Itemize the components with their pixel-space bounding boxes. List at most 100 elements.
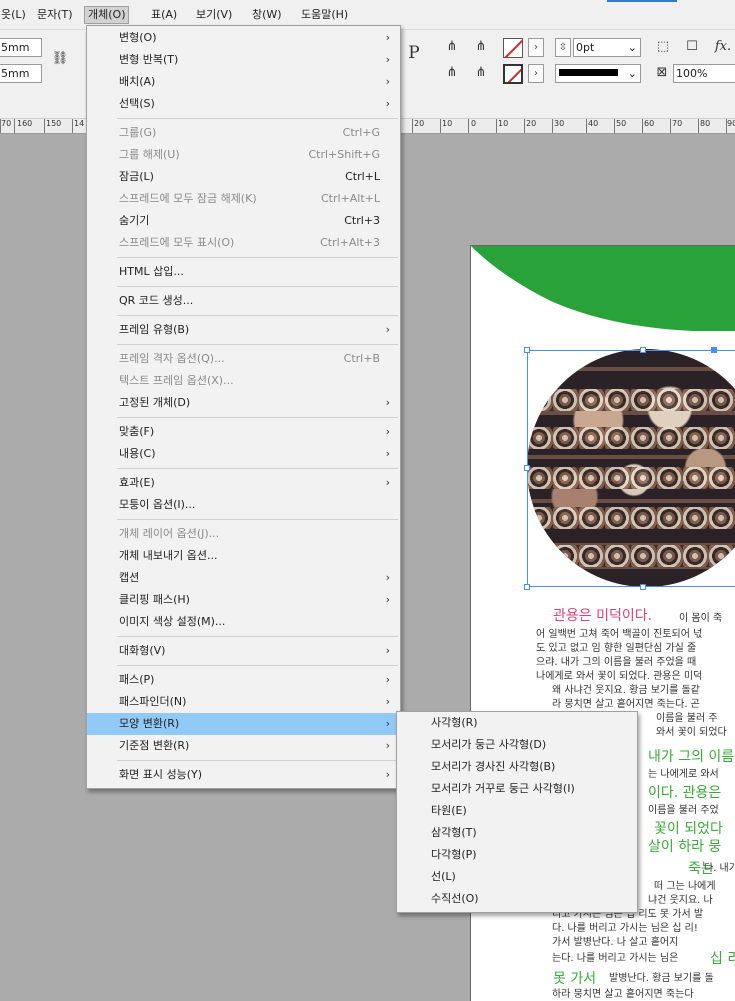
submenu-arrow-icon: › (385, 644, 390, 657)
submenu-item-label: 모서리가 둥근 사각형(D) (431, 738, 547, 751)
submenu-arrow-icon: › (385, 53, 390, 66)
menu-item-label: 개체 내보내기 옵션... (119, 549, 218, 562)
stroke-type-field[interactable]: ⌄ (555, 64, 641, 83)
submenu-item-line[interactable]: 선(L) (397, 866, 637, 888)
resize-handle[interactable] (524, 584, 530, 590)
menu-item-qr-code[interactable]: QR 코드 생성... (87, 290, 400, 312)
drop-shadow-icon[interactable]: ☐ (683, 38, 701, 56)
menu-item-content[interactable]: 내용(C) › (87, 443, 400, 465)
effects-icon[interactable]: fx. (712, 38, 734, 56)
submenu-arrow-icon: › (385, 447, 390, 460)
stroke-swatch-none[interactable] (503, 64, 523, 84)
menu-item-interactive[interactable]: 대화형(V) › (87, 640, 400, 662)
menu-item-pathfinder[interactable]: 패스파인더(N) › (87, 691, 400, 713)
select-content-icon[interactable]: ⬚ (654, 38, 672, 56)
menu-item-lock[interactable]: 잠금(L) Ctrl+L (87, 166, 400, 188)
menu-item-group[interactable]: 그룹(G) Ctrl+G (87, 122, 400, 144)
height-field[interactable]: 5mm (0, 64, 42, 83)
selection-bounding-box[interactable] (527, 350, 735, 587)
menu-item-label: 프레임 격자 옵션(Q)... (119, 352, 225, 365)
menu-type-partial[interactable]: 옷(L) (0, 6, 29, 24)
green-arc-shape[interactable] (471, 246, 735, 331)
menu-item-hide[interactable]: 숨기기 Ctrl+3 (87, 210, 400, 232)
menu-item-insert-html[interactable]: HTML 삽입... (87, 261, 400, 283)
menu-item-convert-point[interactable]: 기준점 변환(R) › (87, 735, 400, 757)
resize-handle[interactable] (524, 347, 530, 353)
body-text-line: 는 나에게로 와서 (648, 769, 719, 780)
submenu-item-beveled-rectangle[interactable]: 모서리가 경사진 사각형(B) (397, 756, 637, 778)
menu-item-ungroup[interactable]: 그룹 해제(U) Ctrl+Shift+G (87, 144, 400, 166)
menu-separator (117, 257, 398, 258)
menu-help[interactable]: 도움말(H) (298, 6, 351, 24)
ruler-line (440, 119, 441, 133)
menu-item-corner-options[interactable]: 모퉁이 옵션(I)... (87, 494, 400, 516)
opacity-field[interactable]: 100% (673, 64, 735, 83)
menu-item-frame-grid-options[interactable]: 프레임 격자 옵션(Q)... Ctrl+B (87, 348, 400, 370)
menu-item-label: 캡션 (119, 571, 140, 584)
text-frame-icon[interactable]: P (402, 44, 426, 62)
menu-item-unlock-all[interactable]: 스프레드에 모두 잠금 해제(K) Ctrl+Alt+L (87, 188, 400, 210)
menu-item-text-frame-options[interactable]: 텍스트 프레임 옵션(X)... (87, 370, 400, 392)
submenu-arrow-icon: › (385, 323, 390, 336)
stroke-weight-value: 0pt (576, 41, 595, 54)
menu-item-export-options[interactable]: 개체 내보내기 옵션... (87, 545, 400, 567)
stroke-swatch-dropdown-icon[interactable]: › (528, 64, 544, 83)
menu-item-label: 스프레드에 모두 표시(O) (119, 236, 235, 249)
menu-item-fitting[interactable]: 맞춤(F) › (87, 421, 400, 443)
menu-item-label: 그룹 해제(U) (119, 148, 180, 161)
width-field[interactable]: 5mm (0, 38, 42, 57)
submenu-item-rectangle[interactable]: 사각형(R) (397, 712, 637, 734)
menu-item-image-color-settings[interactable]: 이미지 색상 설정(M)... (87, 611, 400, 633)
menu-item-transform-again[interactable]: 변형 반복(T) › (87, 49, 400, 71)
menu-table[interactable]: 표(A) (148, 6, 180, 24)
menu-item-object-layer-options[interactable]: 개체 레이어 옵션(J)... (87, 523, 400, 545)
constrain-proportions-icon[interactable]: ⛓ (50, 50, 70, 68)
resize-handle[interactable] (640, 584, 646, 590)
menu-window[interactable]: 창(W) (249, 6, 285, 24)
menu-item-label: 모퉁이 옵션(I)... (119, 498, 196, 511)
ruler-line (14, 119, 15, 133)
fill-swatch-dropdown-icon[interactable]: › (528, 38, 544, 57)
submenu-item-rounded-rectangle[interactable]: 모서리가 둥근 사각형(D) (397, 734, 637, 756)
menu-item-effects[interactable]: 효과(E) › (87, 472, 400, 494)
body-text-line: 으랴. 내가 그의 이름을 불러 주었을 때 (536, 657, 697, 668)
submenu-item-polygon[interactable]: 다각형(P) (397, 844, 637, 866)
align-tree-icon-2[interactable]: ⋔ (444, 64, 460, 82)
ruler-line (614, 119, 615, 133)
submenu-item-triangle[interactable]: 삼각형(T) (397, 822, 637, 844)
menu-item-anchored-object[interactable]: 고정된 개체(D) › (87, 392, 400, 414)
ruler-line (670, 119, 671, 133)
menu-item-arrange[interactable]: 배치(A) › (87, 71, 400, 93)
fill-swatch-none[interactable] (503, 38, 523, 58)
menu-item-frame-type[interactable]: 프레임 유형(B) › (87, 319, 400, 341)
menu-view[interactable]: 보기(V) (193, 6, 235, 24)
green-text: 살이 하라 뭉 (648, 839, 722, 855)
menu-item-label: 숨기기 (119, 214, 150, 227)
submenu-item-ellipse[interactable]: 타원(E) (397, 800, 637, 822)
convert-shape-submenu: 사각형(R) 모서리가 둥근 사각형(D) 모서리가 경사진 사각형(B) 모서… (396, 711, 638, 913)
menu-item-select[interactable]: 선택(S) › (87, 93, 400, 115)
resize-handle[interactable] (640, 347, 646, 353)
menu-item-show-all[interactable]: 스프레드에 모두 표시(O) Ctrl+Alt+3 (87, 232, 400, 254)
menu-item-convert-shape[interactable]: 모양 변환(R) › (87, 713, 400, 735)
menu-item-display-performance[interactable]: 화면 표시 성능(Y) › (87, 764, 400, 786)
stroke-weight-field[interactable]: 0pt ⌄ (573, 38, 641, 57)
menu-item-captions[interactable]: 캡션 › (87, 567, 400, 589)
resize-handle[interactable] (711, 347, 717, 353)
body-text-line: 다. 나를 버리고 가시는 님은 십 리! (552, 923, 698, 934)
distribute-tree-icon-1[interactable]: ⋔ (472, 38, 490, 56)
distribute-tree-icon-2[interactable]: ⋔ (472, 64, 490, 82)
menu-object[interactable]: 개체(O) (84, 6, 130, 24)
submenu-item-inverse-rounded-rectangle[interactable]: 모서리가 거꾸로 둥근 사각형(I) (397, 778, 637, 800)
submenu-item-orthogonal-line[interactable]: 수직선(O) (397, 888, 637, 910)
align-tree-icon-1[interactable]: ⋔ (444, 38, 460, 56)
stroke-weight-stepper-icon[interactable]: ⇳ (555, 38, 571, 57)
submenu-item-label: 모서리가 경사진 사각형(B) (431, 760, 556, 773)
menu-item-transform[interactable]: 변형(O) › (87, 27, 400, 49)
body-text-line: 어 일백번 고쳐 죽어 백골이 진토되어 넋 (536, 629, 703, 640)
resize-handle[interactable] (524, 465, 530, 471)
submenu-arrow-icon: › (385, 571, 390, 584)
menu-text[interactable]: 문자(T) (34, 6, 76, 24)
menu-item-paths[interactable]: 패스(P) › (87, 669, 400, 691)
menu-item-clipping-path[interactable]: 클리핑 패스(H) › (87, 589, 400, 611)
